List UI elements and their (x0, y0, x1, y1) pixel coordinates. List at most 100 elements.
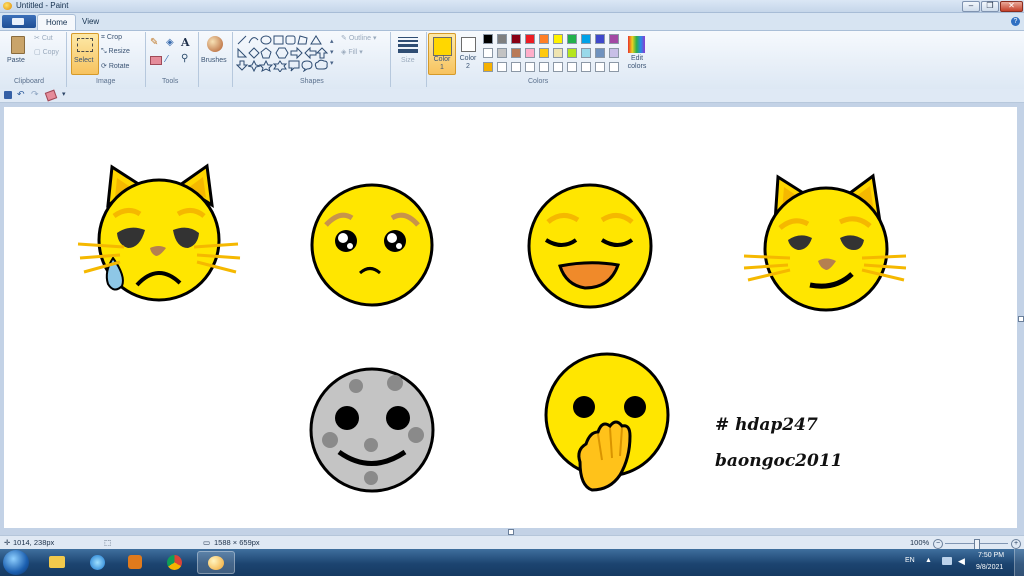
paint-icon (208, 556, 224, 570)
select-rect-icon (77, 38, 93, 52)
redo-icon[interactable]: ↷ (31, 89, 39, 100)
fill-button[interactable]: ◈ Fill ▾ (341, 48, 363, 56)
palette-swatch[interactable] (483, 34, 493, 44)
palette-swatch[interactable] (581, 34, 591, 44)
palette-swatch[interactable] (553, 34, 563, 44)
eraser-icon[interactable] (150, 56, 162, 65)
color-picker-icon[interactable]: ⁄ (166, 54, 168, 65)
network-icon[interactable] (942, 557, 952, 565)
palette-swatch[interactable] (553, 48, 563, 58)
select-label: Select (74, 57, 94, 64)
palette-swatch[interactable] (567, 34, 577, 44)
palette-swatch[interactable] (483, 62, 493, 72)
text-icon[interactable]: A (181, 36, 190, 49)
undo-icon[interactable]: ↶ (17, 89, 25, 100)
clipboard-group-label: Clipboard (14, 78, 44, 85)
palette-swatch[interactable] (511, 34, 521, 44)
sad-cat-emoji (77, 163, 241, 302)
six-star-shape-icon (272, 60, 288, 72)
customize-qat-icon[interactable]: ▾ (62, 90, 66, 98)
palette-swatch[interactable] (609, 48, 619, 58)
ie-taskbar-icon[interactable] (83, 551, 113, 574)
crop-button[interactable]: ⌗ Crop (101, 34, 122, 42)
close-button[interactable]: ✕ (1000, 1, 1023, 12)
rotate-button[interactable]: ⟳ Rotate (101, 62, 129, 70)
help-icon[interactable]: ? (1011, 17, 1020, 26)
drawing-artwork (77, 163, 907, 493)
palette-swatch[interactable] (609, 34, 619, 44)
palette-swatch[interactable] (567, 48, 577, 58)
shapes-gallery[interactable] (236, 34, 332, 72)
palette-swatch[interactable] (595, 62, 605, 72)
tray-expand-icon[interactable]: ▲ (925, 557, 932, 564)
palette-swatch[interactable] (581, 62, 591, 72)
brushes-button[interactable]: Brushes (200, 33, 230, 73)
copy-button[interactable]: ▢ Copy (34, 48, 59, 56)
color2-swatch (461, 37, 476, 52)
media-player-taskbar-icon[interactable] (120, 551, 150, 574)
resize-button[interactable]: ⤡ Resize (101, 48, 130, 56)
color2-button[interactable]: Color 2 (456, 33, 480, 73)
paste-button[interactable]: Paste (4, 33, 30, 71)
palette-swatch[interactable] (497, 34, 507, 44)
drawing-canvas[interactable]: # hdap247 baongoc2011 (4, 107, 1017, 528)
moon-face-emoji (309, 367, 435, 493)
tab-home[interactable]: Home (37, 14, 77, 30)
palette-swatch[interactable] (511, 62, 521, 72)
size-button[interactable]: Size (393, 33, 423, 73)
taskbar (0, 549, 1024, 576)
maximize-button[interactable]: ❐ (981, 1, 999, 12)
palette-swatch[interactable] (525, 48, 535, 58)
chrome-taskbar-icon[interactable] (160, 551, 190, 574)
shapes-group-label: Shapes (300, 78, 324, 85)
canvas-resize-handle-right[interactable] (1018, 316, 1024, 322)
edit-colors-button[interactable]: Edit colors (625, 33, 649, 73)
magnifier-icon[interactable]: ⚲ (181, 53, 188, 64)
app-menu-button[interactable] (2, 15, 36, 28)
explorer-taskbar-icon[interactable] (42, 551, 72, 574)
tab-view[interactable]: View (74, 14, 107, 29)
pencil-icon[interactable]: ✎ (150, 37, 161, 48)
cut-button[interactable]: ✂ Cut (34, 34, 53, 42)
status-bar: ✛ 1014, 238px ⬚ ▭ 1588 × 659px 100% − + (0, 535, 1024, 550)
menu-icon (12, 18, 24, 25)
eraser-qat-icon[interactable] (44, 89, 58, 102)
palette-swatch[interactable] (595, 48, 605, 58)
palette-swatch[interactable] (511, 48, 521, 58)
select-button[interactable]: Select (71, 33, 99, 75)
fill-bucket-icon[interactable]: ◈ (166, 37, 177, 48)
paint-taskbar-icon[interactable] (197, 551, 235, 574)
shapes-scroll-arrows[interactable]: ▴ ▾ ▾ (330, 36, 336, 69)
zoom-out-button[interactable]: − (933, 539, 943, 549)
cut-label: Cut (41, 35, 53, 42)
show-desktop-button[interactable] (1014, 549, 1024, 576)
palette-swatch[interactable] (525, 34, 535, 44)
volume-icon[interactable]: ◀ (958, 556, 965, 567)
outline-button[interactable]: ✎ Outline ▾ (341, 34, 376, 42)
minimize-button[interactable]: – (962, 1, 980, 12)
rotate-label: Rotate (108, 63, 130, 70)
start-button[interactable] (3, 550, 29, 575)
palette-swatch[interactable] (595, 34, 605, 44)
palette-swatch[interactable] (581, 48, 591, 58)
palette-swatch[interactable] (539, 34, 549, 44)
palette-swatch[interactable] (539, 48, 549, 58)
palette-swatch[interactable] (539, 62, 549, 72)
palette-swatch[interactable] (567, 62, 577, 72)
palette-swatch[interactable] (483, 48, 493, 58)
zoom-in-button[interactable]: + (1011, 539, 1021, 549)
palette-swatch[interactable] (609, 62, 619, 72)
palette-swatch[interactable] (553, 62, 563, 72)
palette-swatch[interactable] (525, 62, 535, 72)
polygon-shape-icon (297, 35, 308, 45)
zoom-level: 100% (910, 538, 930, 547)
palette-swatch[interactable] (497, 62, 507, 72)
save-icon[interactable] (4, 91, 12, 99)
tools-group-label: Tools (162, 78, 179, 85)
clock-time[interactable]: 7:50 PM (978, 552, 1004, 559)
color1-button[interactable]: Color 1 (428, 33, 456, 75)
clock-date[interactable]: 9/8/2021 (976, 564, 1003, 571)
paint-app-icon[interactable] (3, 2, 12, 10)
language-indicator[interactable]: EN (905, 557, 915, 564)
palette-swatch[interactable] (497, 48, 507, 58)
